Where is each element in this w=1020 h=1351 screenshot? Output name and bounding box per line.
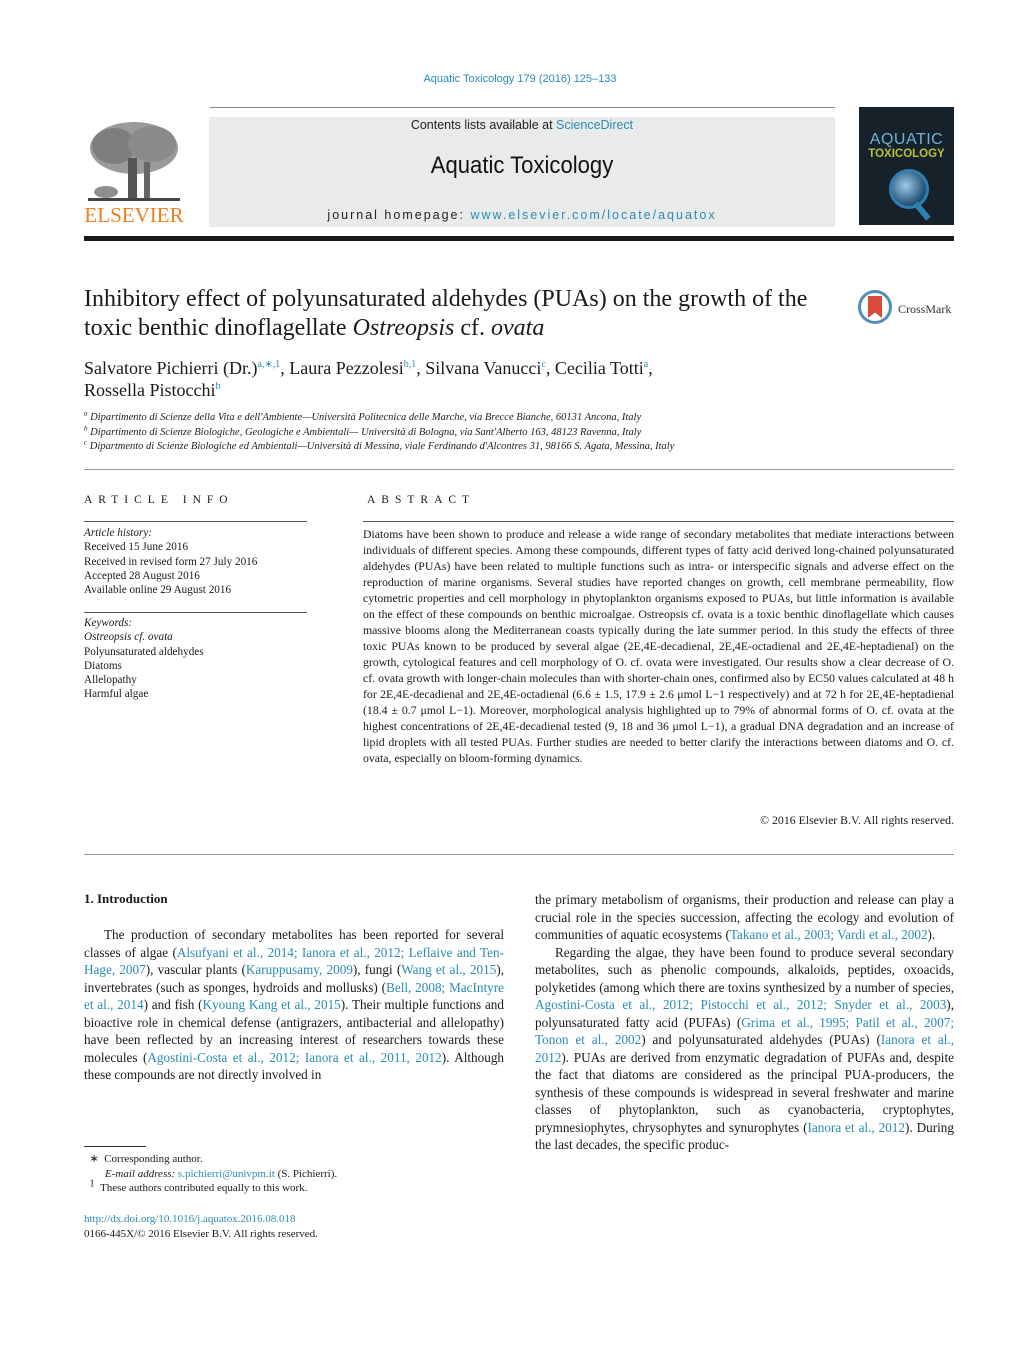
intro-column-2: the primary metabolism of organisms, the… [535, 891, 954, 1154]
contents-line: Contents lists available at ScienceDirec… [209, 118, 835, 132]
body-text: Regarding the algae, they have been foun… [535, 944, 954, 995]
citation-link[interactable]: Takano et al., 2003; Vardi et al., 2002 [730, 927, 928, 942]
cover-title-line2: TOXICOLOGY [868, 148, 945, 160]
crossmark-button[interactable]: CrossMark [858, 290, 958, 330]
abstract-divider [363, 521, 954, 522]
author-affiliation-marker[interactable]: a,∗,1 [257, 359, 280, 370]
title-text-cf: cf. [454, 315, 492, 341]
keyword-item: Ostreopsis cf. ovata [84, 631, 173, 644]
elsevier-logo[interactable]: ELSEVIER [84, 118, 184, 228]
homepage-link[interactable]: www.elsevier.com/locate/aquatox [470, 208, 716, 222]
author-affiliation-marker[interactable]: b [216, 381, 221, 392]
keyword-item: Diatoms [84, 659, 122, 672]
contents-prefix: Contents lists available at [410, 118, 557, 132]
citation-link[interactable]: Ianora et al., 2012 [808, 1120, 906, 1135]
sciencedirect-link[interactable]: ScienceDirect [556, 118, 633, 132]
keywords-divider [84, 612, 307, 613]
body-text: ). [927, 927, 936, 942]
history-label: Article history: [84, 527, 153, 539]
author[interactable]: Laura Pezzolesib,1 [289, 358, 416, 378]
citation-link[interactable]: Agostini-Costa et al., 2012; Ianora et a… [147, 1050, 441, 1065]
affiliations: a Dipartimento di Scienze della Vita e d… [84, 409, 954, 455]
keyword-item: Polyunsaturated aldehydes [84, 645, 204, 658]
history-item: Accepted 28 August 2016 [84, 569, 200, 582]
header-thick-divider [84, 236, 954, 241]
journal-homepage: journal homepage: www.elsevier.com/locat… [209, 208, 835, 222]
article-history: Article history: Received 15 June 2016 R… [84, 526, 307, 597]
issn-copyright: 0166-445X/© 2016 Elsevier B.V. All right… [84, 1227, 318, 1240]
section-divider [84, 469, 954, 470]
footnotes: ∗ Corresponding author. E-mail address: … [84, 1152, 504, 1196]
footnote-divider [84, 1146, 146, 1147]
magnifier-handle [913, 201, 931, 221]
keyword-item: Allelopathy [84, 674, 137, 687]
journal-reference-link[interactable]: Aquatic Toxicology 179 (2016) 125–133 [0, 73, 1020, 85]
elsevier-wordmark: ELSEVIER [84, 203, 184, 227]
intro-column-1: The production of secondary metabolites … [84, 926, 504, 1084]
author[interactable]: Rossella Pistocchib [84, 380, 221, 400]
affiliation-item: c Dipartmento di Scienze Biologiche ed A… [84, 438, 675, 452]
author-list: Salvatore Pichierri (Dr.)a,∗,1, Laura Pe… [84, 358, 653, 400]
cover-title-line1: AQUATIC [869, 131, 944, 148]
homepage-prefix: journal homepage: [327, 208, 471, 222]
title-genus: Ostreopsis [352, 315, 455, 341]
section-heading-introduction: 1. Introduction [84, 891, 168, 906]
history-item: Available online 29 August 2016 [84, 584, 232, 597]
keywords-label: Keywords: [84, 617, 133, 629]
doi-block: http://dx.doi.org/10.1016/j.aquatox.2016… [84, 1212, 504, 1241]
citation-link[interactable]: Karuppusamy, 2009 [246, 962, 353, 977]
citation-link[interactable]: Wang et al., 2015 [401, 962, 496, 977]
keyword-item: Harmful algae [84, 688, 149, 701]
abstract-text: Diatoms have been shown to produce and r… [363, 527, 954, 765]
body-text: ) and polyunsaturated aldehydes (PUAs) ( [641, 1032, 881, 1047]
citation-link[interactable]: Agostini-Costa et al., 2012; Pistocchi e… [535, 997, 946, 1012]
elsevier-tree-icon [84, 118, 184, 206]
affiliation-item: a Dipartimento di Scienze della Vita e d… [84, 409, 642, 423]
article-info-divider [84, 521, 307, 522]
article-info-heading: ARTICLE INFO [84, 494, 234, 506]
intro-paragraph: Regarding the algae, they have been foun… [535, 944, 954, 1154]
body-text: ), fungi ( [352, 962, 402, 977]
crossmark-label: CrossMark [898, 302, 952, 316]
journal-cover-image[interactable]: AQUATIC TOXICOLOGY [859, 107, 954, 225]
author[interactable]: Salvatore Pichierri (Dr.)a,∗,1 [84, 358, 280, 378]
keywords: Keywords: Ostreopsis cf. ovata Polyunsat… [84, 616, 307, 702]
citation-link[interactable]: Kyoung Kang et al., 2015 [203, 997, 341, 1012]
journal-title: Aquatic Toxicology [430, 152, 614, 179]
email-link[interactable]: s.pichierri@univpm.it [178, 1168, 275, 1180]
history-item: Received in revised form 27 July 2016 [84, 555, 258, 568]
footnote-email: E-mail address: s.pichierri@univpm.it (S… [105, 1167, 338, 1180]
author[interactable]: Silvana Vanuccic [425, 358, 546, 378]
author[interactable]: Cecilia Tottia [555, 358, 648, 378]
header-divider [210, 107, 835, 108]
abstract-heading: ABSTRACT [367, 494, 476, 506]
magnifier-icon [889, 169, 929, 209]
doi-link[interactable]: http://dx.doi.org/10.1016/j.aquatox.2016… [84, 1213, 296, 1225]
footnote-corresponding: ∗ Corresponding author. [89, 1153, 203, 1165]
abstract-copyright: © 2016 Elsevier B.V. All rights reserved… [760, 813, 954, 827]
body-text: ), vascular plants ( [145, 962, 246, 977]
body-divider [84, 854, 954, 855]
history-item: Received 15 June 2016 [84, 541, 189, 554]
body-text: ) and fish ( [143, 997, 203, 1012]
intro-paragraph: the primary metabolism of organisms, the… [535, 891, 954, 944]
title-species: ovata [491, 315, 545, 341]
affiliation-item: b Dipartimento di Scienze Biologiche, Ge… [84, 424, 642, 438]
footnote-equal-contribution: 1 These authors contributed equally to t… [89, 1178, 308, 1194]
article-title: Inhibitory effect of polyunsaturated ald… [84, 285, 844, 343]
author-affiliation-marker[interactable]: b,1 [404, 359, 417, 370]
